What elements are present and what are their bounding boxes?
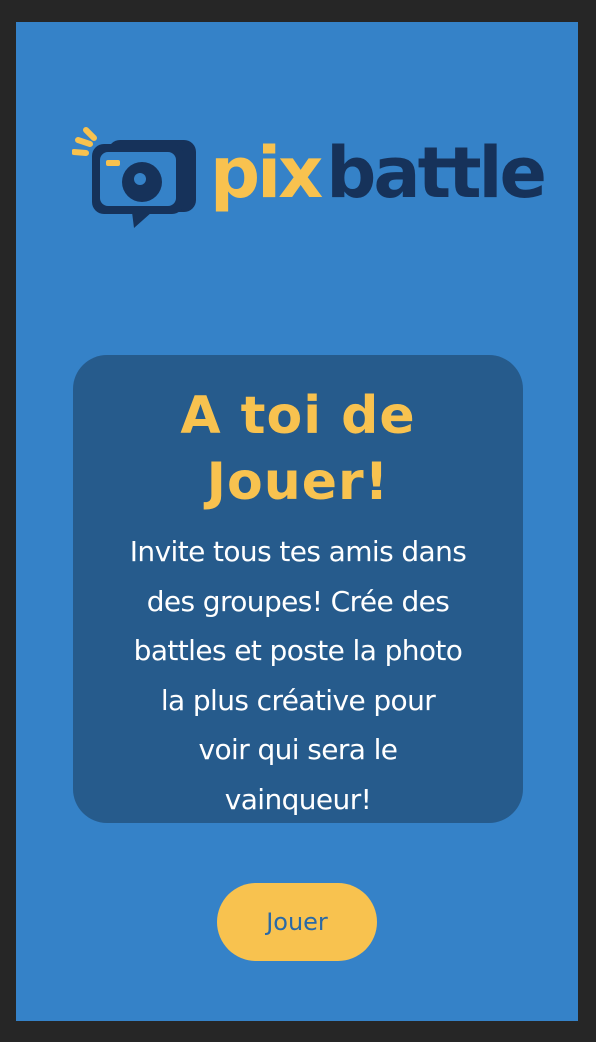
camera-speech-bubble-icon xyxy=(72,127,196,228)
brand-battle-text: battle xyxy=(326,132,547,214)
brand-wordmark: pix battle xyxy=(210,128,547,214)
intro-card: A toi de Jouer! Invite tous tes amis dan… xyxy=(73,355,523,823)
onboarding-screen: pix battle A toi de Jouer! Invite tous te… xyxy=(16,22,578,1021)
pixbattle-logo: pix battle xyxy=(72,124,547,228)
card-description-line: la plus créative pour xyxy=(160,683,436,717)
brand-pix-text: pix xyxy=(210,132,323,214)
card-title: A toi de Jouer! xyxy=(73,383,523,515)
card-description: Invite tous tes amis dans des groupes! C… xyxy=(109,527,487,824)
card-description-line: des groupes! Crée des xyxy=(146,584,450,618)
card-description-line: battles et poste la photo xyxy=(133,634,463,667)
card-description-line: Invite tous tes amis dans xyxy=(129,535,467,568)
card-description-line: voir qui sera le xyxy=(198,733,398,766)
card-description-line: vainqueur! xyxy=(224,782,372,816)
card-title-line-1: A toi de xyxy=(180,386,416,446)
play-button[interactable]: Jouer xyxy=(217,883,377,961)
card-title-line-2: Jouer! xyxy=(206,452,390,512)
